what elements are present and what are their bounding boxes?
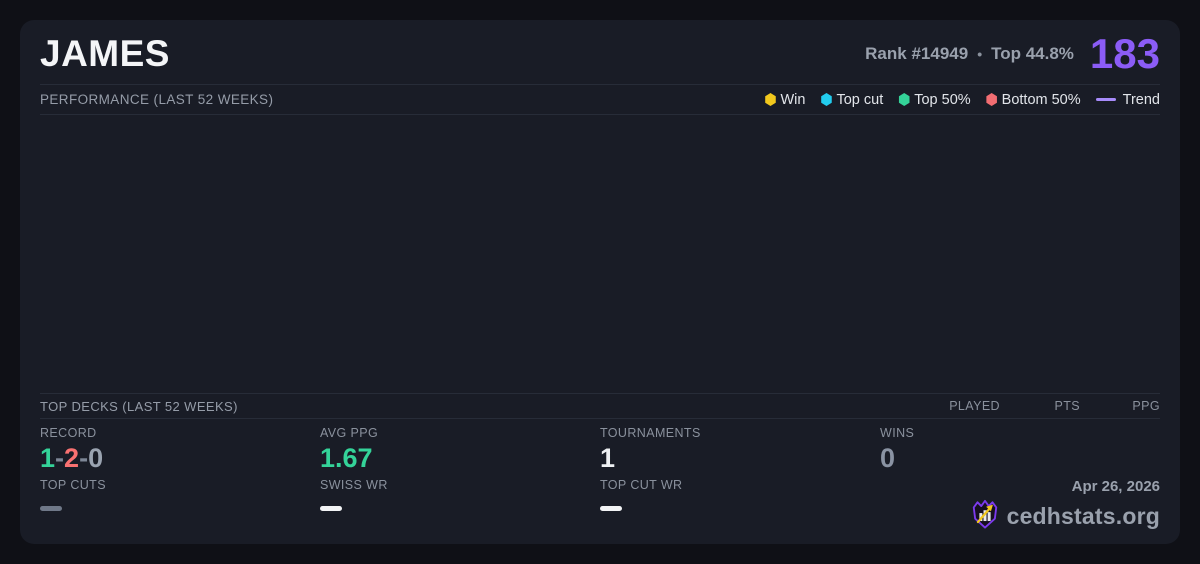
stat-label: TOURNAMENTS (600, 426, 701, 440)
brand-row: cedhstats.org (970, 498, 1160, 535)
stat-label: AVG PPG (320, 426, 379, 440)
wins-value: 0 (880, 443, 896, 473)
player-name: JAMES (40, 33, 170, 74)
win-dot-icon (765, 93, 776, 106)
stat-tournaments: TOURNAMENTS 1 (600, 426, 880, 478)
legend-item-win: Win (764, 92, 805, 108)
top-decks-section-header: TOP DECKS (LAST 52 WEEKS) PLAYED PTS PPG (40, 393, 1160, 419)
stat-label: WINS (880, 426, 915, 440)
stat-avg-ppg: AVG PPG 1.67 (320, 426, 600, 478)
legend-item-top-cut: Top cut (820, 92, 883, 108)
trend-line-icon (1095, 98, 1116, 101)
top-50-dot-icon (898, 93, 910, 106)
cedhstats-logo-icon (970, 498, 1000, 535)
card-header: JAMES Rank #14949 • Top 44.8% 183 (40, 20, 1160, 75)
legend-item-bottom-50: Bottom 50% (986, 92, 1081, 108)
stat-record: RECORD 1-2-0 (40, 426, 320, 478)
stat-label: RECORD (40, 426, 97, 440)
legend-label: Win (780, 91, 806, 108)
card-footer: Apr 26, 2026 cedhstats.org (880, 478, 1160, 530)
record-separator: - (55, 443, 65, 473)
rank-line: Rank #14949 • Top 44.8% (865, 44, 1074, 64)
player-stats-card: JAMES Rank #14949 • Top 44.8% 183 PERFOR… (20, 20, 1180, 544)
stat-label: TOP CUT WR (600, 478, 683, 492)
stat-label: SWISS WR (320, 478, 388, 492)
stat-label: TOP CUTS (40, 478, 106, 492)
stat-swiss-wr: SWISS WR — (320, 478, 600, 530)
stat-wins: WINS 0 (880, 426, 1160, 478)
legend-label: Bottom 50% (1001, 91, 1081, 108)
column-header-ppg: PPG (1132, 399, 1160, 413)
legend-item-top-50: Top 50% (898, 91, 971, 108)
top-cut-wr-placeholder-dash: — (600, 506, 622, 511)
performance-chart (40, 115, 1160, 393)
header-right: Rank #14949 • Top 44.8% 183 (865, 33, 1160, 75)
stats-grid: RECORD 1-2-0 AVG PPG 1.67 TOURNAMENTS 1 … (40, 419, 1160, 530)
player-score: 183 (1089, 30, 1160, 77)
top-percent-text: Top 44.8% (991, 44, 1074, 63)
brand-text: cedhstats.org (1006, 503, 1160, 529)
swiss-wr-placeholder-dash: — (320, 506, 342, 511)
performance-title: PERFORMANCE (LAST 52 WEEKS) (40, 92, 274, 107)
column-header-pts: PTS (1054, 399, 1080, 413)
legend-label: Top cut (836, 91, 884, 108)
record-draws: 0 (88, 443, 104, 473)
top-decks-title: TOP DECKS (LAST 52 WEEKS) (40, 398, 238, 414)
rank-text: Rank #14949 (865, 44, 969, 63)
avg-ppg-value: 1.67 (320, 443, 373, 473)
rank-separator: • (977, 46, 983, 62)
stat-top-cut-wr: TOP CUT WR — (600, 478, 880, 530)
top-cut-dot-icon (821, 93, 832, 106)
top-decks-columns: PLAYED PTS PPG (920, 399, 1160, 413)
tournaments-value: 1 (600, 443, 616, 473)
bottom-50-dot-icon (986, 93, 997, 106)
record-value: 1-2-0 (40, 443, 320, 474)
record-wins: 1 (40, 443, 56, 473)
stat-top-cuts: TOP CUTS — (40, 478, 320, 530)
record-separator: - (79, 443, 89, 473)
performance-section-header: PERFORMANCE (LAST 52 WEEKS) Win Top cut … (40, 84, 1160, 115)
column-header-played: PLAYED (949, 399, 1000, 413)
legend-label: Trend (1122, 91, 1160, 108)
chart-legend: Win Top cut Top 50% Bottom 50% Trend (764, 92, 1160, 108)
footer-date: Apr 26, 2026 (1071, 478, 1160, 495)
legend-item-trend: Trend (1095, 91, 1160, 108)
record-losses: 2 (64, 443, 80, 473)
top-cuts-placeholder-dash: — (40, 506, 62, 511)
legend-label: Top 50% (914, 91, 971, 108)
